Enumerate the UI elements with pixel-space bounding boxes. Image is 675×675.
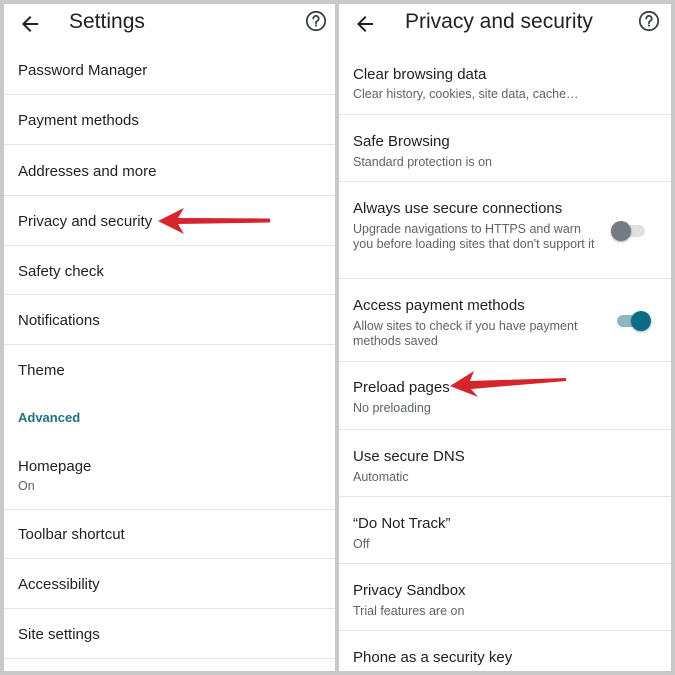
settings-app-bar: Settings bbox=[4, 4, 335, 46]
menu-item-label: Addresses and more bbox=[18, 163, 157, 180]
setting-sublabel: Automatic bbox=[353, 470, 409, 484]
toggle-knob bbox=[631, 311, 651, 331]
menu-item-accessibility[interactable]: Accessibility bbox=[4, 558, 335, 609]
settings-panel: Settings Password Manager Payment method… bbox=[4, 4, 335, 671]
page-title: Privacy and security bbox=[405, 10, 593, 33]
menu-item-label: Accessibility bbox=[18, 576, 100, 593]
setting-label: Clear browsing data bbox=[353, 66, 487, 83]
back-arrow-icon[interactable] bbox=[353, 12, 377, 36]
toggle-knob bbox=[611, 221, 631, 241]
setting-label: Always use secure connections bbox=[353, 200, 563, 217]
payment-methods-toggle[interactable] bbox=[615, 309, 651, 333]
annotation-arrow-icon bbox=[158, 208, 270, 234]
setting-sublabel: Allow sites to check if you have payment… bbox=[353, 319, 578, 348]
menu-item-label: Homepage bbox=[18, 458, 92, 475]
setting-label: Phone as a security key bbox=[353, 649, 513, 666]
help-icon[interactable] bbox=[638, 10, 660, 32]
menu-item-label: Safety check bbox=[18, 263, 104, 280]
menu-item-label: Notifications bbox=[18, 312, 100, 329]
setting-safe-browsing[interactable]: Safe Browsing Standard protection is on bbox=[339, 114, 671, 182]
menu-item-site-settings[interactable]: Site settings bbox=[4, 608, 335, 659]
menu-item-notifications[interactable]: Notifications bbox=[4, 294, 335, 345]
setting-label: Use secure DNS bbox=[353, 448, 465, 465]
setting-phone-as-security-key[interactable]: Phone as a security key bbox=[339, 630, 671, 671]
menu-item-label: Password Manager bbox=[18, 62, 148, 79]
setting-access-payment-methods[interactable]: Access payment methods Allow sites to ch… bbox=[339, 278, 671, 362]
menu-item-homepage[interactable]: Homepage On bbox=[4, 444, 335, 509]
secure-connections-toggle[interactable] bbox=[611, 219, 649, 243]
setting-do-not-track[interactable]: “Do Not Track” Off bbox=[339, 496, 671, 564]
menu-item-label: Site settings bbox=[18, 626, 100, 643]
setting-label: Preload pages bbox=[353, 379, 450, 396]
help-icon[interactable] bbox=[305, 10, 327, 32]
page-title: Settings bbox=[69, 10, 145, 33]
setting-label: “Do Not Track” bbox=[353, 515, 451, 532]
privacy-app-bar: Privacy and security bbox=[339, 4, 671, 46]
menu-item-label: Theme bbox=[18, 362, 65, 379]
setting-sublabel: Standard protection is on bbox=[353, 155, 492, 169]
setting-sublabel: No preloading bbox=[353, 401, 431, 415]
setting-label: Privacy Sandbox bbox=[353, 582, 466, 599]
annotation-arrow-icon bbox=[450, 371, 566, 397]
setting-sublabel: Upgrade navigations to HTTPS and warn yo… bbox=[353, 222, 595, 251]
menu-item-label: Payment methods bbox=[18, 112, 139, 129]
menu-item-addresses[interactable]: Addresses and more bbox=[4, 144, 335, 196]
menu-item-safety-check[interactable]: Safety check bbox=[4, 245, 335, 295]
menu-item-label: Toolbar shortcut bbox=[18, 526, 125, 543]
section-header-advanced: Advanced bbox=[18, 410, 81, 425]
setting-privacy-sandbox[interactable]: Privacy Sandbox Trial features are on bbox=[339, 563, 671, 631]
setting-label: Safe Browsing bbox=[353, 133, 450, 150]
setting-sublabel: Off bbox=[353, 537, 370, 551]
setting-sublabel: Clear history, cookies, site data, cache… bbox=[353, 87, 579, 101]
setting-always-use-secure-connections[interactable]: Always use secure connections Upgrade na… bbox=[339, 181, 671, 279]
back-arrow-icon[interactable] bbox=[18, 12, 42, 36]
menu-item-label: Privacy and security bbox=[18, 213, 153, 230]
setting-sublabel: Trial features are on bbox=[353, 604, 465, 618]
privacy-and-security-panel: Privacy and security Clear browsing data… bbox=[339, 4, 671, 671]
setting-use-secure-dns[interactable]: Use secure DNS Automatic bbox=[339, 429, 671, 497]
setting-label: Access payment methods bbox=[353, 297, 525, 314]
menu-item-theme[interactable]: Theme bbox=[4, 344, 335, 395]
menu-item-password-manager[interactable]: Password Manager bbox=[4, 46, 335, 94]
menu-item-payment-methods[interactable]: Payment methods bbox=[4, 94, 335, 145]
menu-item-next bbox=[4, 658, 335, 671]
menu-item-sublabel: On bbox=[18, 479, 35, 493]
setting-clear-browsing-data[interactable]: Clear browsing data Clear history, cooki… bbox=[339, 46, 671, 114]
menu-item-toolbar-shortcut[interactable]: Toolbar shortcut bbox=[4, 509, 335, 559]
